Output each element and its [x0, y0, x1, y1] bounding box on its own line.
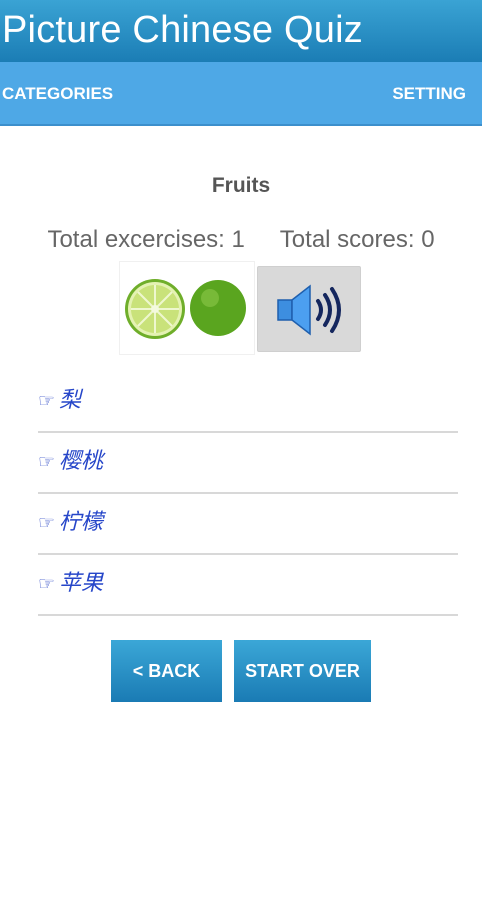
pointing-hand-icon: ☞ — [38, 391, 56, 412]
answer-option-row: ☞ 苹果 — [38, 568, 103, 600]
answer-option[interactable]: ☞ 苹果 — [38, 554, 458, 616]
back-button[interactable]: < BACK — [111, 640, 222, 702]
answer-text: 梨 — [59, 387, 82, 412]
exercises-label: Total excercises: — [47, 226, 225, 253]
answer-option-row: ☞ 柠檬 — [38, 507, 103, 539]
answer-option[interactable]: ☞ 梨 — [38, 371, 458, 433]
category-title: Fruits — [211, 174, 271, 197]
start-over-button[interactable]: START OVER — [234, 640, 371, 702]
action-bar: CATEGORIES SETTING — [0, 62, 482, 126]
answer-text: 苹果 — [59, 570, 104, 595]
answer-text: 柠檬 — [59, 509, 104, 534]
speaker-icon — [277, 284, 341, 336]
scores-count: 0 — [421, 226, 435, 253]
exercises-count: 1 — [231, 226, 245, 253]
answer-option[interactable]: ☞ 樱桃 — [38, 432, 458, 494]
answer-text: 樱桃 — [59, 448, 104, 473]
categories-button[interactable]: CATEGORIES — [2, 62, 113, 124]
pointing-hand-icon: ☞ — [38, 452, 56, 473]
play-sound-button[interactable] — [257, 266, 361, 352]
pointing-hand-icon: ☞ — [38, 574, 56, 595]
title-bar: Picture Chinese Quiz — [0, 0, 482, 62]
setting-button[interactable]: SETTING — [392, 62, 466, 124]
pointing-hand-icon: ☞ — [38, 513, 56, 534]
app-title: Picture Chinese Quiz — [2, 9, 363, 51]
answer-option-row: ☞ 梨 — [38, 385, 81, 417]
lime-picture — [119, 261, 255, 355]
answer-option-row: ☞ 樱桃 — [38, 446, 103, 478]
scores-label: Total scores: — [279, 226, 415, 253]
stats-line: Total excercises: 1 Total scores: 0 — [0, 226, 482, 254]
answer-option[interactable]: ☞ 柠檬 — [38, 493, 458, 555]
